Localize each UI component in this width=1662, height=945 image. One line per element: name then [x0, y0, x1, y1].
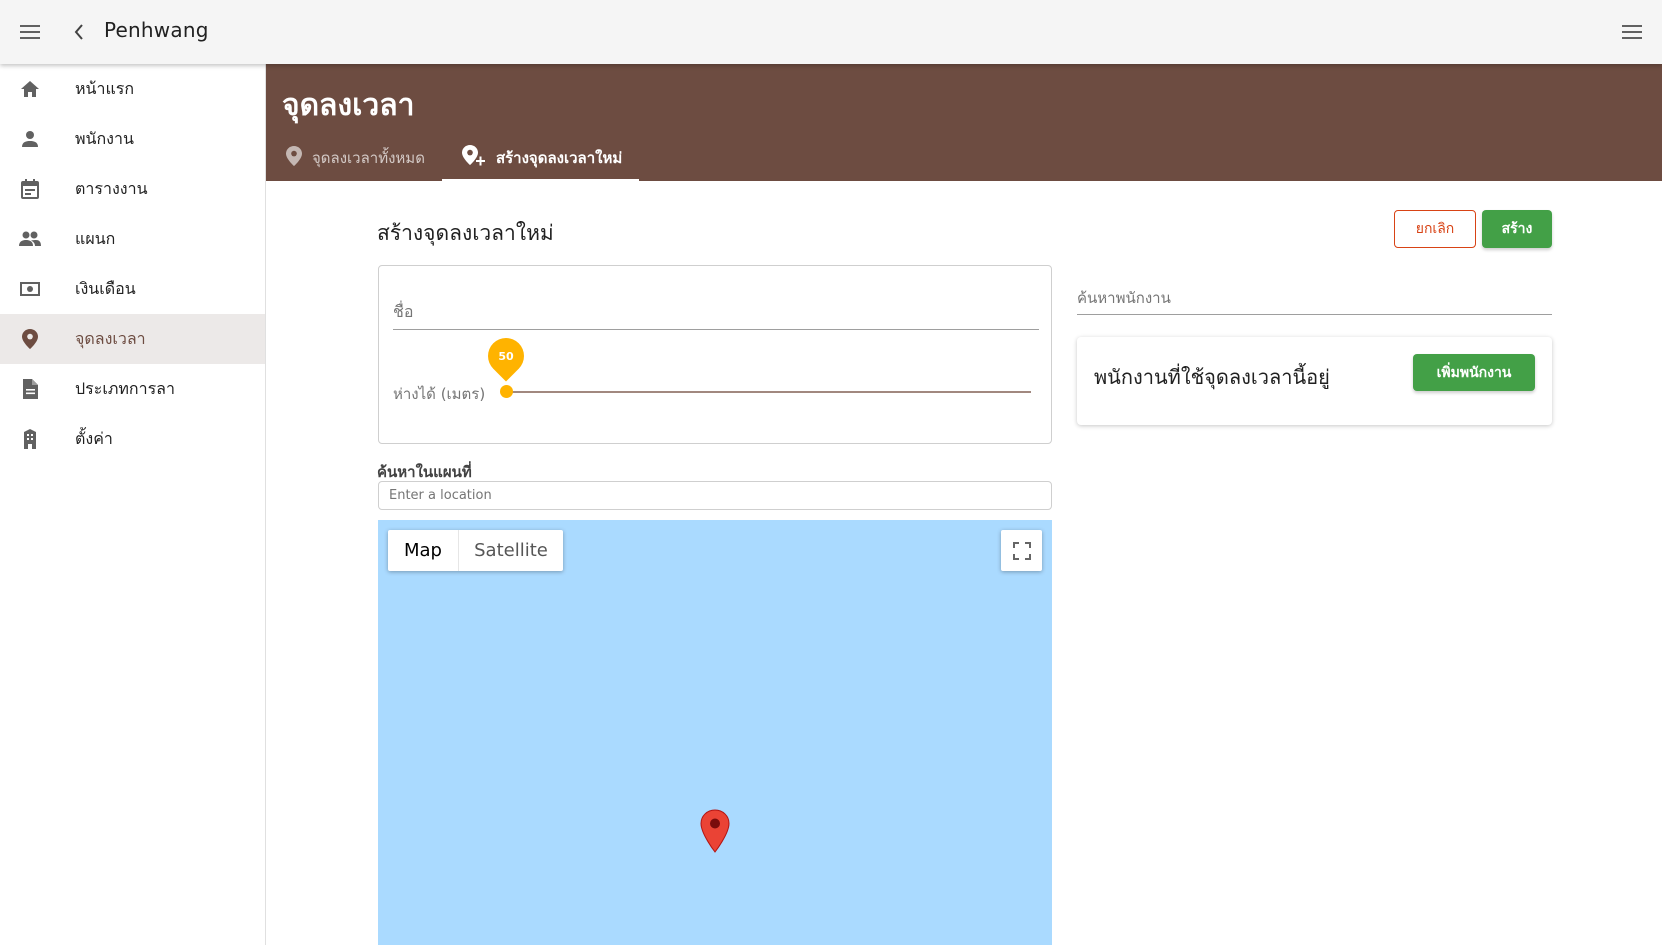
person-icon: [19, 128, 41, 150]
map-type-map-button[interactable]: Map: [388, 530, 459, 571]
employees-card-title: พนักงานที่ใช้จุดลงเวลานี้อยู่: [1094, 365, 1330, 389]
sidebar-item-label: ตารางงาน: [75, 178, 148, 198]
tab-create-checkin-point[interactable]: สร้างจุดลงเวลาใหม่: [441, 134, 640, 181]
sidebar-item-salary[interactable]: เงินเดือน: [0, 264, 265, 314]
tab-label: สร้างจุดลงเวลาใหม่: [495, 148, 623, 167]
menu-icon[interactable]: [1618, 18, 1646, 46]
sidebar-item-label: หน้าแรก: [75, 78, 135, 98]
sidebar-item-settings[interactable]: ตั้งค่า: [0, 414, 265, 464]
calendar-icon: [19, 178, 41, 200]
add-employee-button[interactable]: เพิ่มพนักงาน: [1413, 354, 1535, 391]
sidebar-item-schedule[interactable]: ตารางงาน: [0, 164, 265, 214]
app-title: Penhwang: [104, 18, 209, 42]
tab-label: จุดลงเวลาทั้งหมด: [312, 148, 425, 167]
map-type-control: Map Satellite: [388, 530, 563, 571]
cancel-button[interactable]: ยกเลิก: [1394, 210, 1476, 248]
tabs: จุดลงเวลาทั้งหมด สร้างจุดลงเวลาใหม่: [266, 134, 640, 181]
sidebar-item-home[interactable]: หน้าแรก: [0, 64, 265, 114]
sidebar: หน้าแรก พนักงาน ตารางงาน แผนก เงินเดือน …: [0, 64, 266, 945]
money-icon: [19, 278, 41, 300]
fullscreen-icon[interactable]: [1001, 530, 1042, 571]
sidebar-item-label: ประเภทการลา: [75, 378, 175, 398]
app-bar: Penhwang: [0, 0, 1662, 64]
employees-card: พนักงานที่ใช้จุดลงเวลานี้อยู่ เพิ่มพนักง…: [1077, 337, 1552, 425]
name-field[interactable]: ชื่อ: [393, 292, 1039, 330]
checkin-form-card: ชื่อ ห่างได้ (เมตร) 50: [378, 265, 1052, 444]
distance-slider-track[interactable]: [505, 391, 1031, 393]
sidebar-item-checkin-points[interactable]: จุดลงเวลา: [0, 314, 265, 364]
add-location-icon: [461, 144, 486, 171]
map-marker-icon[interactable]: [699, 809, 731, 853]
sidebar-item-label: เงินเดือน: [75, 278, 136, 298]
sidebar-item-label: แผนก: [75, 228, 116, 248]
map-search-input[interactable]: [378, 481, 1052, 510]
section-title: สร้างจุดลงเวลาใหม่: [377, 221, 554, 245]
tab-all-checkin-points[interactable]: จุดลงเวลาทั้งหมด: [266, 134, 442, 181]
distance-value: 50: [498, 349, 514, 363]
home-icon: [19, 78, 41, 100]
create-button[interactable]: สร้าง: [1482, 210, 1552, 248]
page-title: จุดลงเวลา: [282, 88, 415, 123]
document-icon: [19, 378, 41, 400]
employee-search-input[interactable]: ค้นหาพนักงาน: [1077, 280, 1552, 315]
location-pin-icon: [19, 328, 41, 350]
sidebar-item-label: ตั้งค่า: [75, 428, 113, 448]
building-icon: [19, 428, 41, 450]
page-header: จุดลงเวลา จุดลงเวลาทั้งหมด สร้างจุดลงเวล…: [266, 64, 1662, 181]
map-type-satellite-button[interactable]: Satellite: [459, 530, 563, 571]
map[interactable]: Map Satellite: [378, 520, 1052, 945]
sidebar-item-employees[interactable]: พนักงาน: [0, 114, 265, 164]
name-field-placeholder: ชื่อ: [393, 302, 414, 321]
employee-search-placeholder: ค้นหาพนักงาน: [1077, 289, 1171, 307]
distance-label: ห่างได้ (เมตร): [393, 385, 486, 403]
people-icon: [19, 228, 41, 250]
sidebar-item-label: พนักงาน: [75, 128, 134, 148]
sidebar-item-departments[interactable]: แผนก: [0, 214, 265, 264]
sidebar-item-leave-types[interactable]: ประเภทการลา: [0, 364, 265, 414]
location-pin-icon: [286, 145, 302, 170]
chevron-left-icon[interactable]: [68, 18, 90, 46]
sidebar-item-label: จุดลงเวลา: [75, 328, 146, 348]
menu-icon[interactable]: [16, 18, 44, 46]
distance-slider-thumb[interactable]: [500, 385, 513, 398]
